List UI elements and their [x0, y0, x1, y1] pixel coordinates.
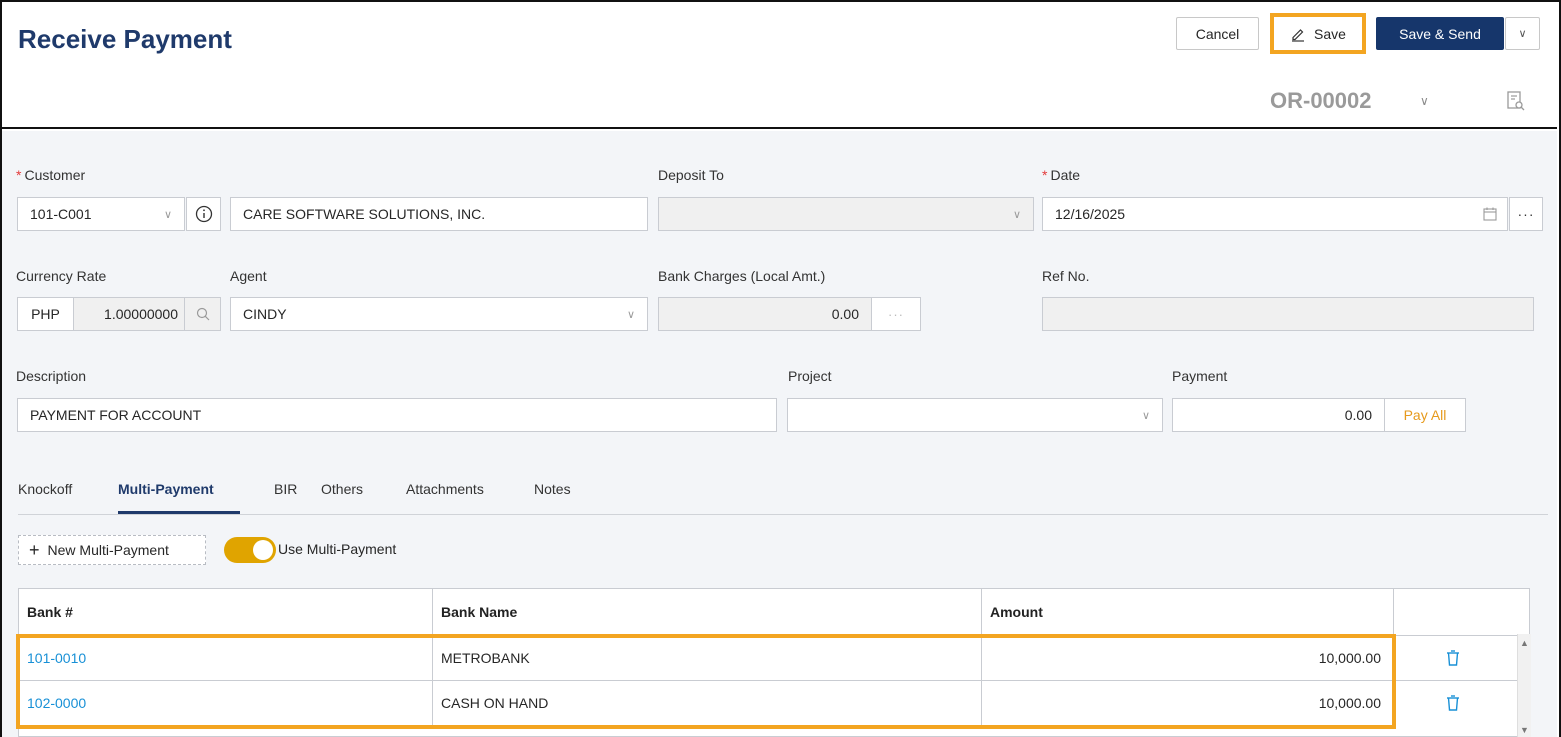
- use-multi-payment-label: Use Multi-Payment: [278, 541, 397, 557]
- chevron-down-icon[interactable]: ∨: [1420, 94, 1429, 108]
- chevron-down-icon: ∨: [1518, 28, 1527, 40]
- tab-bir[interactable]: BIR: [274, 481, 297, 497]
- scroll-down-icon[interactable]: ▼: [1520, 725, 1529, 735]
- bank-charges-value: 0.00: [831, 306, 859, 322]
- cancel-button[interactable]: Cancel: [1176, 17, 1259, 50]
- chevron-down-icon: ∨: [627, 309, 636, 321]
- tab-multi-payment[interactable]: Multi-Payment: [118, 481, 214, 497]
- tab-bar: Knockoff Multi-Payment BIR Others Attach…: [18, 471, 1548, 515]
- pencil-icon: [1292, 28, 1305, 42]
- document-number: OR-00002: [1270, 88, 1372, 113]
- amount-cell[interactable]: 10,000.00: [982, 636, 1394, 680]
- deposit-to-label: Deposit To: [658, 167, 724, 183]
- save-button[interactable]: Save: [1278, 21, 1358, 46]
- tab-knockoff[interactable]: Knockoff: [18, 481, 72, 497]
- agent-value: CINDY: [243, 306, 287, 322]
- deposit-to-select[interactable]: ∨: [658, 197, 1034, 231]
- more-dots-icon: ···: [888, 306, 904, 322]
- scroll-up-icon[interactable]: ▲: [1520, 638, 1529, 648]
- column-header-bank-no[interactable]: Bank #: [19, 589, 433, 635]
- bank-no-link[interactable]: 102-0000: [19, 681, 433, 725]
- bank-name-cell: METROBANK: [433, 636, 982, 680]
- page-header: Receive Payment Cancel Save Save & Send …: [2, 2, 1557, 129]
- calendar-icon[interactable]: [1483, 207, 1497, 221]
- date-label: * Date: [1042, 167, 1081, 183]
- page-title: Receive Payment: [18, 24, 232, 54]
- chevron-down-icon: ∨: [1013, 209, 1022, 221]
- payment-form: * Customer 101-C001 ∨ CARE SOFTWARE SOLUT…: [2, 131, 1557, 737]
- pay-all-button[interactable]: Pay All: [1384, 398, 1466, 432]
- agent-label: Agent: [230, 268, 267, 284]
- description-label: Description: [16, 368, 87, 384]
- new-multi-payment-button[interactable]: + New Multi-Payment: [18, 535, 206, 565]
- customer-code-select[interactable]: 101-C001 ∨: [17, 197, 185, 231]
- description-value: PAYMENT FOR ACCOUNT: [30, 407, 202, 423]
- project-select[interactable]: ∨: [787, 398, 1163, 432]
- project-label: Project: [788, 368, 832, 384]
- agent-select[interactable]: CINDY ∨: [230, 297, 648, 331]
- ref-no-label: Ref No.: [1042, 268, 1090, 284]
- bank-name-cell: CASH ON HAND: [433, 681, 982, 725]
- ref-no-field[interactable]: [1042, 297, 1534, 331]
- active-tab-indicator: [118, 511, 240, 514]
- table-row[interactable]: 101-0010 METROBANK 10,000.00: [19, 635, 1529, 680]
- column-header-bank-name[interactable]: Bank Name: [433, 589, 982, 635]
- more-dots-icon: ···: [1517, 206, 1535, 222]
- tab-notes[interactable]: Notes: [534, 481, 571, 497]
- bank-charges-more-button[interactable]: ···: [871, 297, 921, 331]
- tab-others[interactable]: Others: [321, 481, 363, 497]
- trash-icon[interactable]: [1444, 694, 1462, 712]
- document-search-icon[interactable]: [1504, 90, 1526, 112]
- customer-name-value: CARE SOFTWARE SOLUTIONS, INC.: [243, 206, 486, 222]
- save-and-send-button[interactable]: Save & Send: [1376, 17, 1504, 50]
- toggle-knob: [253, 540, 273, 560]
- bank-charges-field[interactable]: 0.00: [658, 297, 872, 331]
- bank-charges-label: Bank Charges (Local Amt.): [658, 268, 826, 284]
- currency-rate-value: 1.00000000: [104, 306, 178, 322]
- currency-rate-field[interactable]: 1.00000000: [73, 297, 185, 331]
- payment-value: 0.00: [1344, 407, 1372, 423]
- save-options-dropdown[interactable]: ∨: [1505, 17, 1540, 50]
- multi-payment-table: Bank # Bank Name Amount 101-0010 METROBA…: [18, 588, 1530, 737]
- customer-label: * Customer: [16, 167, 86, 183]
- table-scrollbar[interactable]: ▲ ▼: [1517, 634, 1531, 737]
- column-header-amount[interactable]: Amount: [982, 589, 1394, 635]
- amount-cell[interactable]: 10,000.00: [982, 681, 1394, 725]
- chevron-down-icon: ∨: [164, 209, 173, 221]
- search-icon: [196, 307, 209, 321]
- chevron-down-icon: ∨: [1142, 410, 1151, 422]
- date-more-button[interactable]: ···: [1509, 197, 1543, 231]
- save-button-label: Save: [1314, 25, 1346, 42]
- save-highlight: Save: [1270, 13, 1366, 54]
- table-row[interactable]: 102-0000 CASH ON HAND 10,000.00: [19, 680, 1529, 725]
- currency-rate-label: Currency Rate: [16, 268, 107, 284]
- tab-attachments[interactable]: Attachments: [406, 481, 484, 497]
- trash-icon[interactable]: [1444, 649, 1462, 667]
- currency-code-value: PHP: [31, 306, 60, 322]
- payment-field[interactable]: 0.00: [1172, 398, 1385, 432]
- date-field[interactable]: 12/16/2025: [1042, 197, 1508, 231]
- date-value: 12/16/2025: [1055, 206, 1126, 222]
- bank-no-link[interactable]: 101-0010: [19, 636, 433, 680]
- currency-rate-search-button[interactable]: [184, 297, 221, 331]
- customer-code-value: 101-C001: [30, 206, 92, 222]
- info-icon: [195, 205, 212, 223]
- new-multi-payment-label: New Multi-Payment: [47, 542, 169, 558]
- customer-info-button[interactable]: [186, 197, 221, 231]
- customer-name-field[interactable]: CARE SOFTWARE SOLUTIONS, INC.: [230, 197, 648, 231]
- description-field[interactable]: PAYMENT FOR ACCOUNT: [17, 398, 777, 432]
- use-multi-payment-toggle[interactable]: [224, 537, 276, 563]
- column-header-actions: [1394, 589, 1529, 635]
- plus-icon: +: [29, 540, 40, 560]
- payment-label: Payment: [1172, 368, 1228, 384]
- currency-code: PHP: [17, 297, 74, 331]
